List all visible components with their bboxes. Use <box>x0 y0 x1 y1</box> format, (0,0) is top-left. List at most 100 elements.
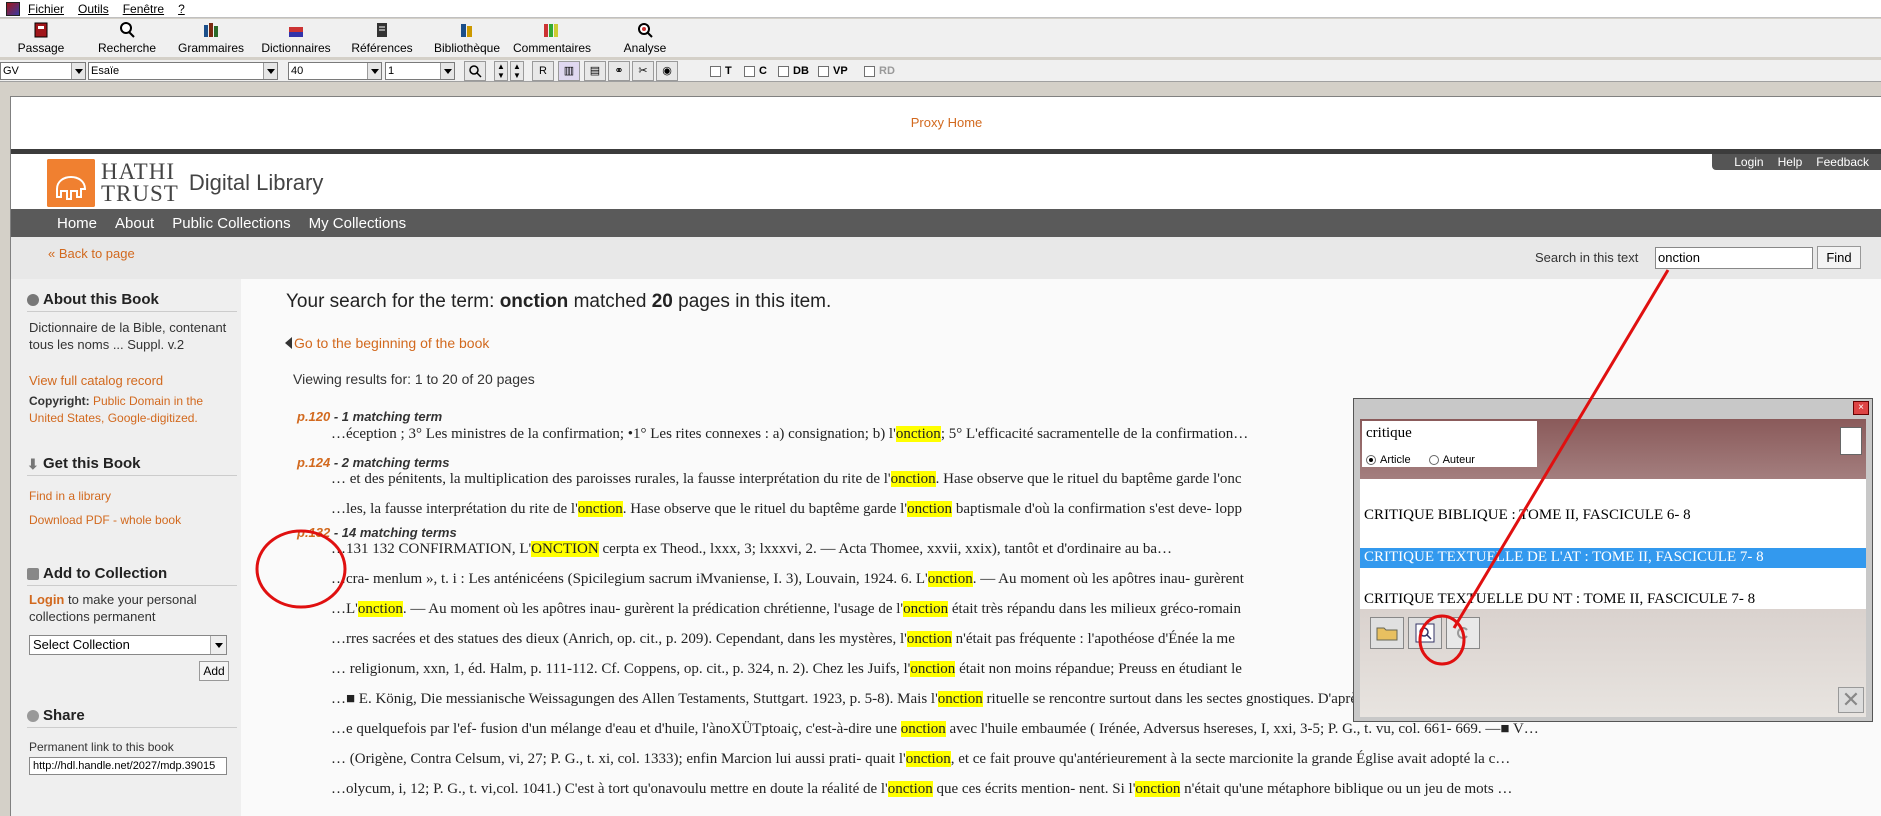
tools-icon: ✂ <box>638 65 648 77</box>
t-checkbox[interactable]: T <box>710 65 732 77</box>
find-button[interactable]: Find <box>1817 246 1861 269</box>
toolbar-commentaires-button[interactable]: Commentaires <box>512 21 592 57</box>
help-link[interactable]: Help <box>1778 155 1803 169</box>
toolbar-dictionnaires-button[interactable]: Dictionnaires <box>260 21 332 57</box>
rd-checkbox[interactable]: RD <box>864 65 895 77</box>
snippet-text: . — Au moment où les apôtres inau- gurèr… <box>402 601 904 617</box>
book-select[interactable]: Esaïe <box>88 62 278 80</box>
snippet-text: …e quelquefois par l'ef- fusion d'un mél… <box>331 721 901 737</box>
proxy-home-link[interactable]: Proxy Home <box>11 97 1881 149</box>
toolbar-references-button[interactable]: Références <box>351 21 413 57</box>
summary-part: matched <box>568 291 652 312</box>
menu-fichier[interactable]: Fichier <box>28 2 64 16</box>
tools-button[interactable]: ✂ <box>632 61 654 81</box>
chevron-down-icon <box>263 63 277 79</box>
snippet-line: … et des pénitents, la multiplication de… <box>331 471 1242 488</box>
page-link-132[interactable]: p.132 <box>297 525 330 540</box>
collection-select[interactable]: Select Collection <box>29 635 227 655</box>
permanent-link-input[interactable]: http://hdl.handle.net/2027/mdp.39015 <box>29 757 227 775</box>
spin-arrows-icon: ▲ ▼ <box>513 62 521 80</box>
search-icon <box>120 22 135 38</box>
hathitrust-logo[interactable]: HATHI TRUST Digital Library <box>47 159 323 207</box>
sidebar: About this Book Dictionnaire de la Bible… <box>11 279 241 816</box>
nav-about[interactable]: About <box>115 215 154 232</box>
add-collection-button[interactable]: Add <box>199 661 229 681</box>
permanent-link-label: Permanent link to this book <box>29 740 174 754</box>
result-heading: p.124 - 2 matching terms <box>297 455 449 470</box>
snippet-text: …■ E. König, Die messianische Weissagung… <box>331 691 938 707</box>
snippet-text: …les, la fausse interprétation du rite d… <box>331 501 578 517</box>
zoom-search-button[interactable] <box>464 61 486 81</box>
search-input[interactable]: onction <box>1655 247 1813 269</box>
menu-fenetre[interactable]: Fenêtre <box>123 2 164 16</box>
chevron-down-icon <box>71 63 85 79</box>
verse-select[interactable]: 1 <box>385 62 455 80</box>
page-link-124[interactable]: p.124 <box>297 455 330 470</box>
menu-outils[interactable]: Outils <box>78 2 109 16</box>
db-checkbox[interactable]: DB <box>778 65 809 77</box>
close-icon[interactable]: × <box>1853 401 1869 415</box>
spin-up-down-button[interactable]: ▲ ▼ <box>494 61 508 81</box>
toolbar-analyse-button[interactable]: Analyse <box>622 21 668 57</box>
feedback-link[interactable]: Feedback <box>1816 155 1869 169</box>
login-link[interactable]: Login <box>1734 155 1763 169</box>
grammar-icon <box>204 23 218 37</box>
list-item[interactable]: CRITIQUE BIBLIQUE : TOME II, FASCICULE 6… <box>1364 507 1691 524</box>
back-to-page-link[interactable]: « Back to page <box>48 246 135 261</box>
about-heading: About this Book <box>27 291 159 308</box>
toolbar-bibliotheque-button[interactable]: Bibliothèque <box>432 21 502 57</box>
goto-beginning-link[interactable]: Go to the beginning of the book <box>294 335 489 351</box>
download-pdf-link[interactable]: Download PDF - whole book <box>29 513 181 527</box>
highlight-term: onction <box>910 661 956 677</box>
document-icon[interactable] <box>1840 427 1862 455</box>
search-mode-radios: Article Auteur <box>1362 453 1537 467</box>
lookup-input[interactable]: critique <box>1362 421 1537 453</box>
audio-button[interactable]: ◉ <box>656 61 678 81</box>
toolbar-label: Dictionnaires <box>261 41 331 55</box>
chapter-value: 40 <box>291 65 304 77</box>
nav-my-collections[interactable]: My Collections <box>309 215 407 232</box>
sidebar-login-link[interactable]: Login <box>29 592 64 607</box>
refresh-button[interactable] <box>1446 617 1480 649</box>
divider <box>27 311 237 312</box>
toolbar-grammaires-button[interactable]: Grammaires <box>178 21 244 57</box>
close-x-icon[interactable]: ✕ <box>1838 687 1864 713</box>
chevron-down-icon <box>440 63 454 79</box>
spin-up-down-button-2[interactable]: ▲ ▼ <box>510 61 524 81</box>
match-count: - 14 matching terms <box>330 525 457 540</box>
chapter-select[interactable]: 40 <box>288 62 382 80</box>
nav-home[interactable]: Home <box>57 215 97 232</box>
search-label: Search in this text <box>1535 250 1639 265</box>
get-book-heading: ⬇ Get this Book <box>27 455 141 472</box>
find-library-link[interactable]: Find in a library <box>29 489 111 503</box>
snippet-line: …e quelquefois par l'ef- fusion d'un mél… <box>331 721 1539 738</box>
highlight-term: onction <box>890 471 936 487</box>
r-button[interactable]: R <box>532 61 554 81</box>
header-divider <box>11 149 1881 154</box>
page-link-120[interactable]: p.120 <box>297 409 330 424</box>
nav-public-collections[interactable]: Public Collections <box>172 215 290 232</box>
list-item[interactable]: CRITIQUE TEXTUELLE DU NT : TOME II, FASC… <box>1364 591 1755 608</box>
book-title: Dictionnaire de la Bible, contenant tous… <box>29 320 227 352</box>
search-button[interactable] <box>1408 617 1442 649</box>
toolbar-passage-button[interactable]: Passage <box>18 21 64 57</box>
c-checkbox[interactable]: C <box>744 65 767 77</box>
summary-part: Your search for the term: <box>286 291 500 312</box>
vp-checkbox[interactable]: VP <box>818 65 848 77</box>
books-button[interactable]: ▥ <box>558 61 580 81</box>
menu-help[interactable]: ? <box>178 2 185 16</box>
open-folder-button[interactable] <box>1370 617 1404 649</box>
stack-button[interactable]: ▤ <box>584 61 606 81</box>
share-heading-text: Share <box>43 707 85 724</box>
catalog-record-link[interactable]: View full catalog record <box>29 373 163 388</box>
result-heading: p.120 - 1 matching term <box>297 409 442 424</box>
list-item-selected[interactable]: CRITIQUE TEXTUELLE DE L'AT : TOME II, FA… <box>1364 549 1764 566</box>
network-button[interactable]: ⚭ <box>608 61 630 81</box>
popup-content: critique Article Auteur CRITIQUE BIBLIQU… <box>1360 419 1866 717</box>
author-radio[interactable] <box>1428 455 1439 465</box>
version-select[interactable]: GV <box>0 62 86 80</box>
article-radio[interactable] <box>1366 455 1376 465</box>
highlight-term: onction <box>900 721 946 737</box>
logo-text: HATHI TRUST <box>101 160 179 205</box>
toolbar-recherche-button[interactable]: Recherche <box>98 21 156 57</box>
